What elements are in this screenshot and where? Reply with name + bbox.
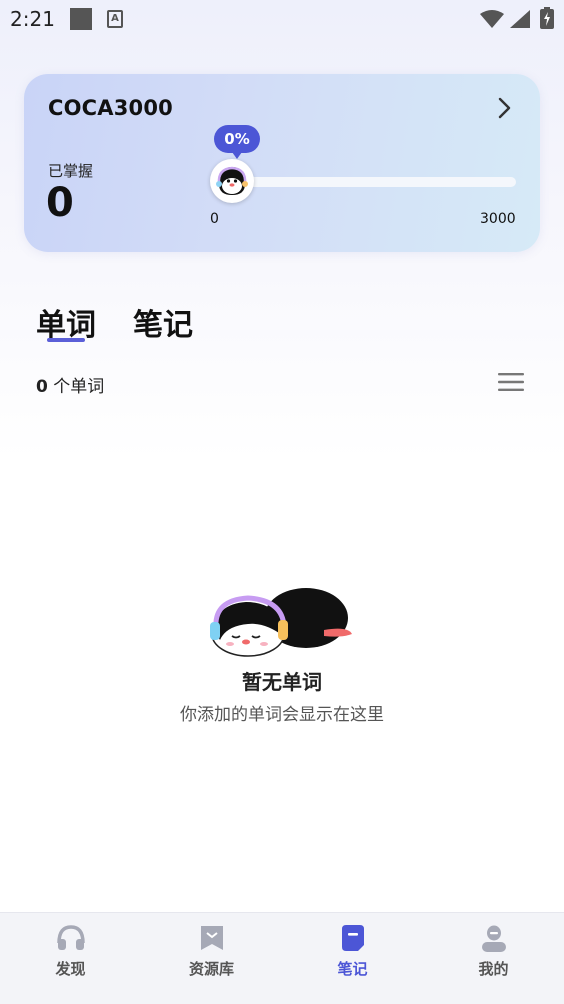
keyboard-a-icon: A — [107, 10, 123, 28]
battery-icon — [540, 7, 554, 29]
chevron-right-icon[interactable] — [492, 96, 516, 120]
mastered-count: 0 — [46, 180, 74, 226]
progress-range-max: 3000 — [480, 211, 516, 227]
wordbook-progress-card[interactable]: COCA3000 已掌握 0 0% 0 3000 — [24, 74, 540, 252]
progress-range-min: 0 — [210, 211, 219, 227]
progress-thumb-penguin — [210, 159, 254, 203]
nav-item-notes[interactable]: 笔记 — [282, 913, 423, 1004]
empty-state-title: 暂无单词 — [242, 670, 322, 694]
notification-square-icon — [70, 8, 92, 30]
word-count-number: 0 — [36, 377, 48, 397]
sleeping-penguin-illustration — [210, 588, 352, 657]
nav-label-profile: 我的 — [478, 960, 509, 978]
tab-notes[interactable]: 笔记 — [133, 300, 193, 344]
signal-icon — [510, 10, 530, 28]
profile-icon — [482, 925, 506, 952]
wifi-icon — [480, 10, 504, 28]
word-count: 0 个单词 — [36, 372, 104, 397]
bookmark-icon — [201, 926, 223, 950]
list-menu-icon[interactable] — [498, 372, 524, 392]
status-time: 2:21 — [10, 7, 55, 31]
bottom-navigation: 发现 资源库 笔记 我的 — [0, 912, 564, 1004]
active-tab-indicator — [47, 338, 85, 342]
wordbook-title: COCA3000 — [48, 96, 173, 120]
nav-label-discover: 发现 — [55, 960, 86, 978]
nav-item-discover[interactable]: 发现 — [0, 913, 141, 1004]
progress-track — [234, 177, 516, 187]
progress-percent-badge: 0% — [214, 125, 260, 159]
headphones-icon — [57, 925, 85, 950]
empty-state-subtitle: 你添加的单词会显示在这里 — [180, 705, 384, 725]
penguin-avatar-icon — [216, 166, 248, 195]
note-icon — [342, 925, 364, 951]
word-count-suffix: 个单词 — [47, 377, 105, 397]
status-bar: 2:21 A — [0, 0, 564, 38]
mastered-label: 已掌握 — [48, 162, 94, 180]
nav-label-notes: 笔记 — [337, 960, 368, 978]
nav-item-library[interactable]: 资源库 — [141, 913, 282, 1004]
nav-item-profile[interactable]: 我的 — [423, 913, 564, 1004]
nav-label-library: 资源库 — [188, 960, 234, 978]
